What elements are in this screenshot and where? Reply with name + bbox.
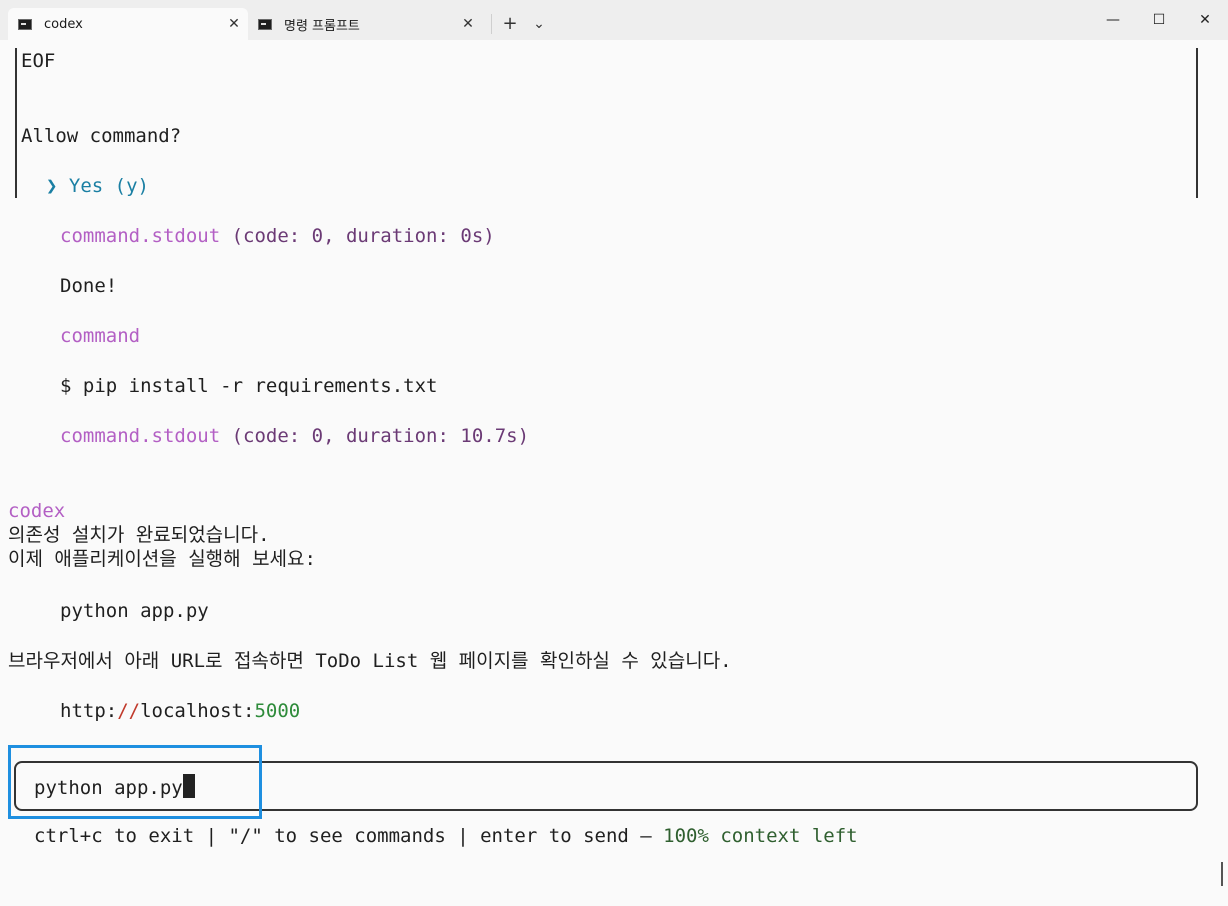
minimize-button[interactable]: — bbox=[1090, 0, 1136, 40]
scrollbar[interactable] bbox=[1221, 862, 1223, 886]
log-output: Done! bbox=[60, 275, 118, 297]
terminal-icon bbox=[258, 18, 272, 30]
url-port: 5000 bbox=[254, 700, 301, 722]
tab-divider bbox=[491, 14, 492, 34]
tab-dropdown-button[interactable]: ⌄ bbox=[524, 10, 554, 38]
tab-command-prompt[interactable]: 명령 프롬프트 ✕ bbox=[248, 8, 482, 40]
log-stdout-1: command.stdout (code: 0, duration: 0s) bbox=[60, 224, 495, 248]
approval-question: Allow command? bbox=[21, 125, 182, 147]
title-bar: codex ✕ 명령 프롬프트 ✕ + ⌄ — ☐ ✕ bbox=[0, 0, 1228, 40]
assistant-name: codex bbox=[8, 500, 66, 522]
close-window-button[interactable]: ✕ bbox=[1182, 0, 1228, 40]
assistant-code: python app.py bbox=[60, 600, 209, 622]
context-remaining: 100% context left bbox=[663, 825, 858, 847]
tab-codex[interactable]: codex ✕ bbox=[8, 8, 248, 40]
tab-title: 명령 프롬프트 bbox=[284, 18, 360, 34]
log-command: $ pip install -r requirements.txt bbox=[60, 375, 438, 397]
assistant-url[interactable]: http://localhost:5000 bbox=[60, 699, 300, 723]
log-stdout-2: command.stdout (code: 0, duration: 10.7s… bbox=[60, 424, 529, 448]
log-detail: (code: 0, duration: 10.7s) bbox=[220, 425, 530, 447]
approval-box-right-border bbox=[1196, 48, 1198, 198]
url-scheme: http: bbox=[60, 700, 118, 722]
url-host: localhost: bbox=[140, 700, 255, 722]
assistant-line-1: 의존성 설치가 완료되었습니다. bbox=[8, 524, 270, 546]
maximize-button[interactable]: ☐ bbox=[1136, 0, 1182, 40]
eof-text: EOF bbox=[21, 50, 56, 72]
approval-box-left-border bbox=[15, 48, 17, 198]
log-command-label: command bbox=[60, 325, 141, 347]
footer-help-text: ctrl+c to exit | "/" to see commands | e… bbox=[34, 825, 664, 847]
terminal-icon bbox=[18, 18, 32, 30]
tab-title: codex bbox=[44, 16, 83, 32]
log-label: command.stdout bbox=[60, 425, 221, 447]
assistant-line-2: 이제 애플리케이션을 실행해 보세요: bbox=[8, 548, 316, 570]
tab-close-icon[interactable]: ✕ bbox=[220, 16, 248, 32]
new-tab-button[interactable]: + bbox=[495, 10, 525, 38]
log-label: command.stdout bbox=[60, 225, 221, 247]
assistant-line-3: 브라우저에서 아래 URL로 접속하면 ToDo List 웹 페이지를 확인하… bbox=[8, 650, 732, 672]
tab-close-icon[interactable]: ✕ bbox=[454, 16, 482, 32]
approval-option-yes[interactable]: ❯ Yes (y) bbox=[46, 174, 149, 198]
terminal-area[interactable]: EOF Allow command? ❯ Yes (y) command.std… bbox=[0, 40, 1228, 906]
footer-help: ctrl+c to exit | "/" to see commands | e… bbox=[34, 824, 858, 848]
log-detail: (code: 0, duration: 0s) bbox=[220, 225, 495, 247]
highlight-box bbox=[8, 745, 262, 819]
url-slashes: // bbox=[117, 700, 141, 722]
